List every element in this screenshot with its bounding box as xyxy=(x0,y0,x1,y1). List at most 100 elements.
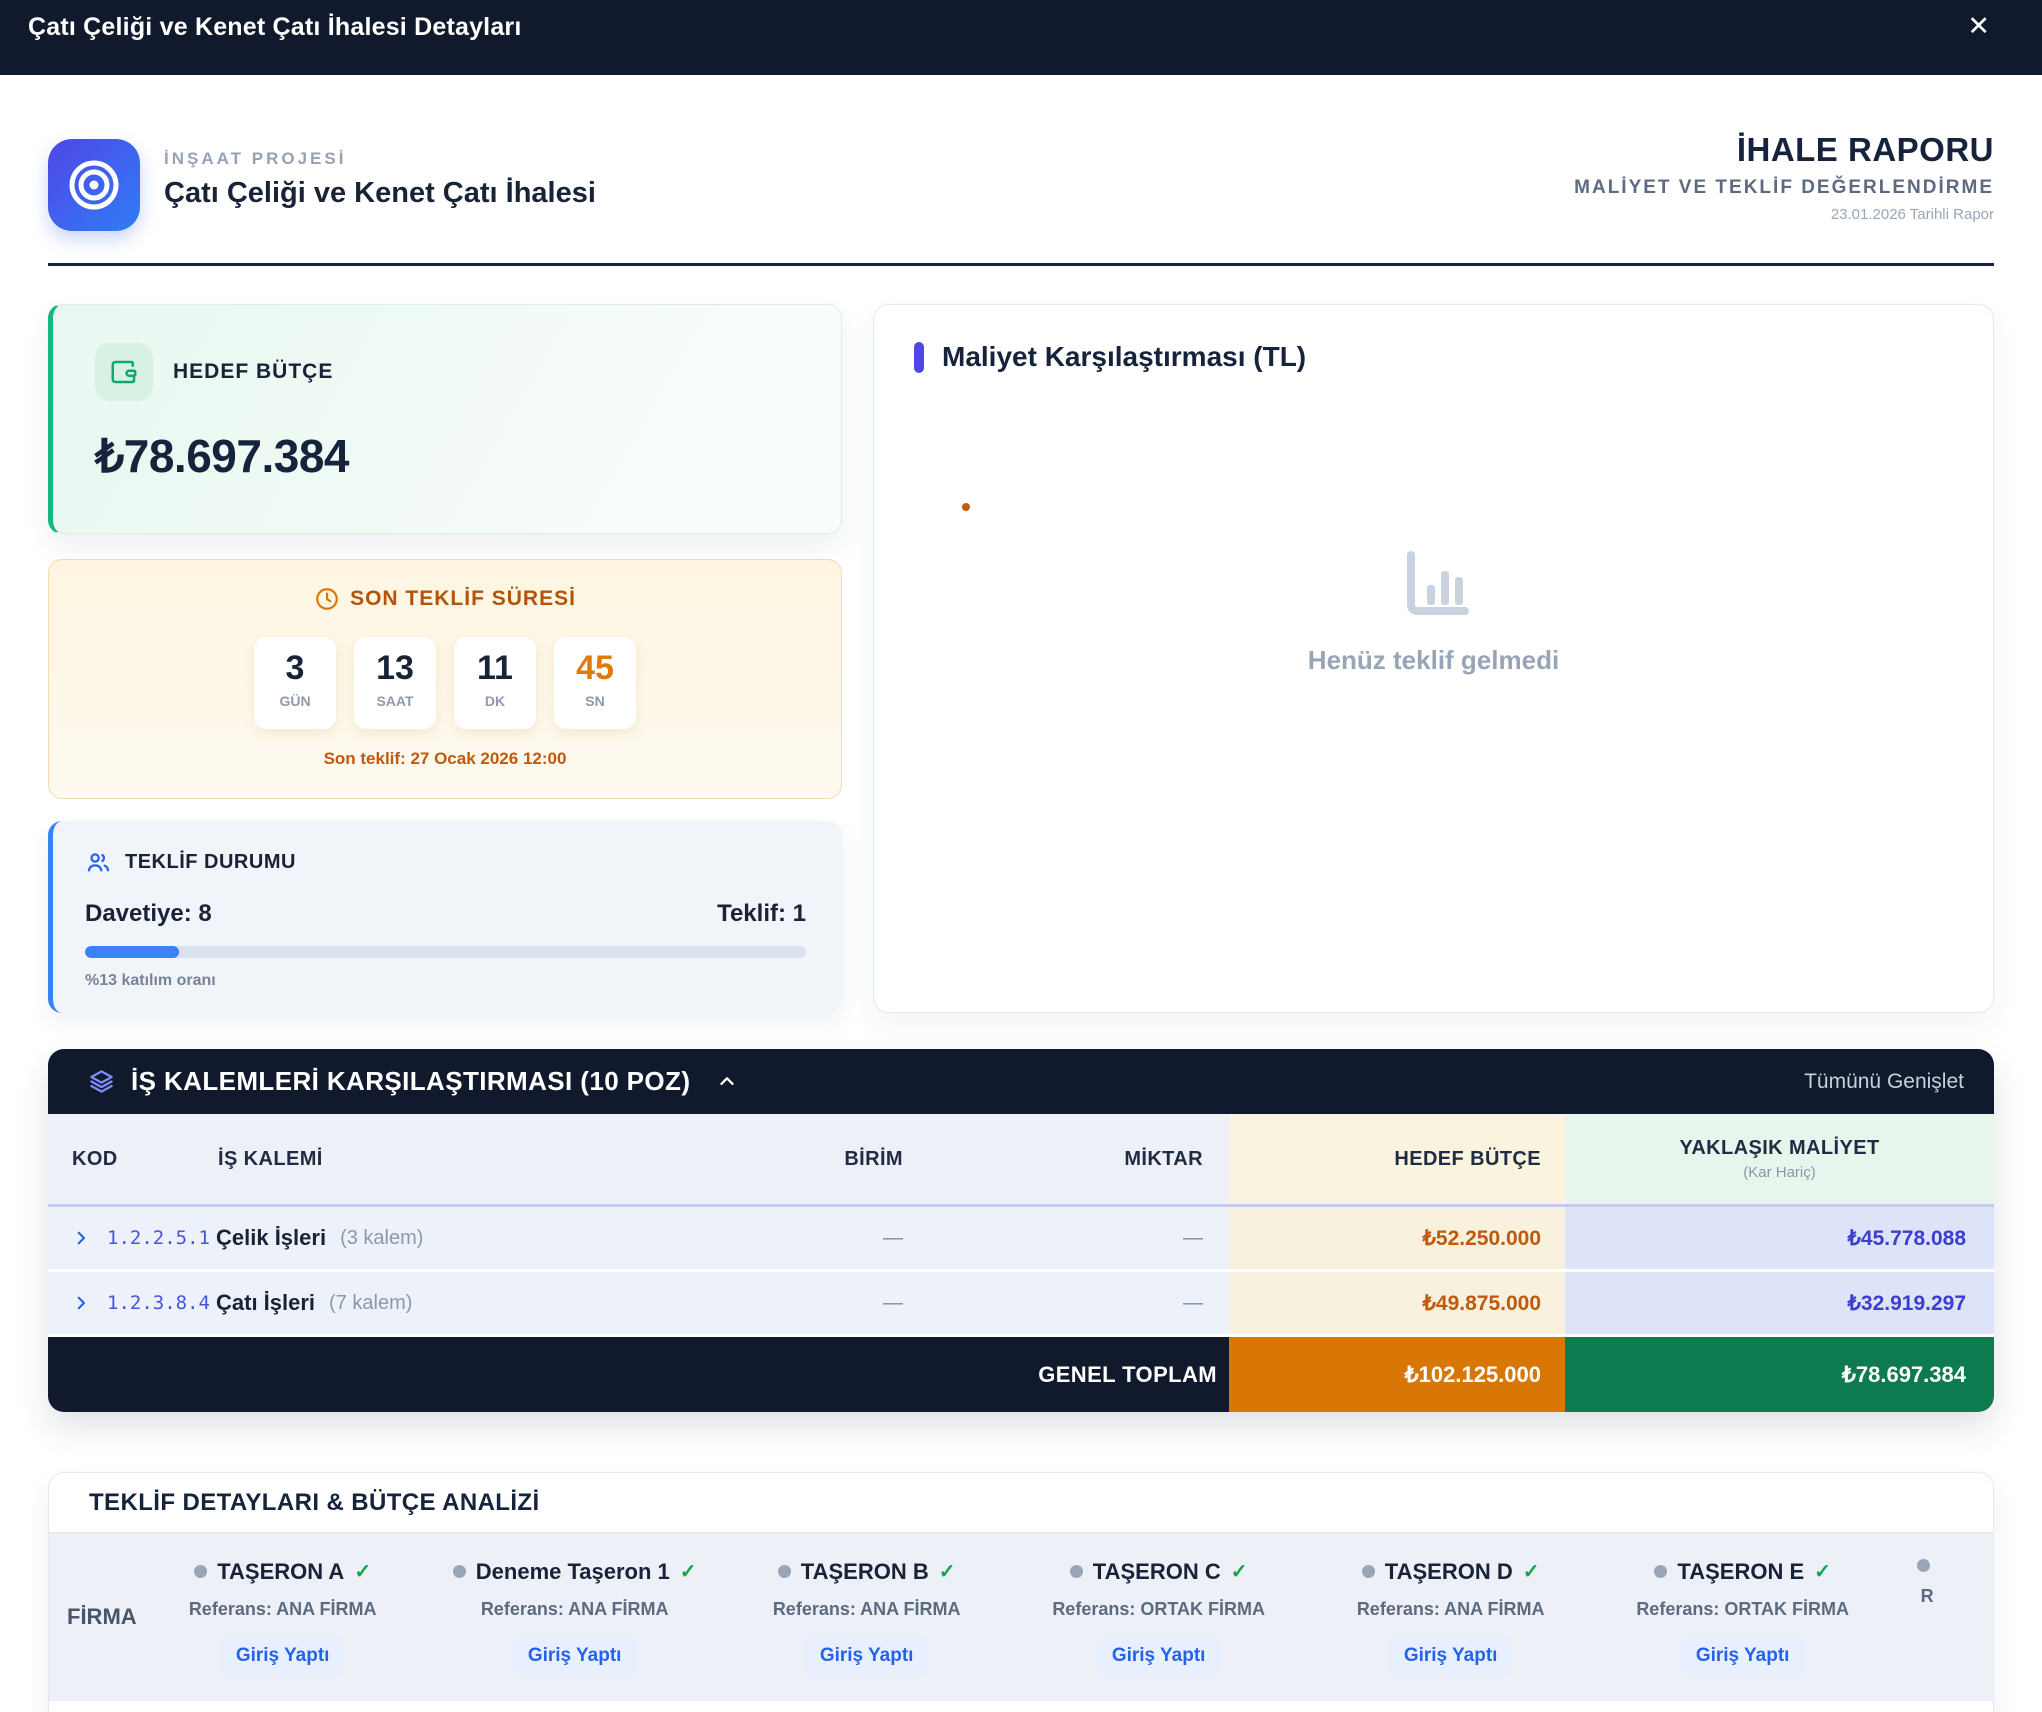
row-hedef-value: ₺52.250.000 xyxy=(1229,1207,1565,1269)
deadline-note: Son teklif: 27 Ocak 2026 12:00 xyxy=(49,749,841,769)
offer-count: Teklif: 1 xyxy=(717,900,806,928)
firm-status-badge: Giriş Yaptı xyxy=(220,1636,346,1676)
firm-dot-icon xyxy=(1070,1565,1083,1578)
firm-dot-icon xyxy=(778,1565,791,1578)
table-row[interactable]: 1.2.3.8.4 Çatı İşleri (7 kalem) — — ₺49.… xyxy=(48,1272,1994,1334)
title-accent-bar xyxy=(914,342,924,373)
col-miktar: MİKTAR xyxy=(929,1114,1229,1204)
firm-referans: Referans: ANA FİRMA xyxy=(1305,1599,1597,1620)
expand-all-link[interactable]: Tümünü Genişlet xyxy=(1804,1070,1964,1094)
report-header: İNŞAAT PROJESİ Çatı Çeliği ve Kenet Çatı… xyxy=(48,139,1994,231)
firm-column: TAŞERON C ✓ Referans: ORTAK FİRMA Giriş … xyxy=(1013,1559,1305,1676)
row-miktar: — xyxy=(929,1272,1229,1334)
countdown-box: 45 SN xyxy=(554,637,636,729)
row-item-count: (3 kalem) xyxy=(340,1227,423,1250)
participation-progressbar xyxy=(85,946,806,958)
row-code: 1.2.2.5.1 xyxy=(107,1227,207,1249)
header-divider xyxy=(48,263,1994,266)
firm-row: FİRMA TAŞERON A ✓ Referans: ANA FİRMA Gi… xyxy=(49,1533,1993,1701)
report-subtitle: MALİYET VE TEKLİF DEĞERLENDİRME xyxy=(1574,177,1994,199)
target-budget-amount: ₺78.697.384 xyxy=(95,429,799,483)
chevron-right-icon[interactable] xyxy=(72,1294,90,1312)
firm-dot-icon xyxy=(1362,1565,1375,1578)
project-label: İNŞAAT PROJESİ xyxy=(164,149,596,169)
firm-column: Deneme Taşeron 1 ✓ Referans: ANA FİRMA G… xyxy=(429,1559,721,1676)
col-yaklasik-maliyet: YAKLAŞIK MALİYET (Kar Hariç) xyxy=(1565,1114,1994,1204)
firm-name: TAŞERON C xyxy=(1093,1559,1221,1585)
row-birim: — xyxy=(699,1272,929,1334)
row-yaklasik-value: ₺32.919.297 xyxy=(1565,1272,1994,1334)
check-icon: ✓ xyxy=(680,1559,697,1584)
col-is-kalemi: İŞ KALEMİ xyxy=(218,1148,323,1171)
firm-referans: Referans: ANA FİRMA xyxy=(721,1599,1013,1620)
col-kod: KOD xyxy=(72,1148,218,1171)
check-icon: ✓ xyxy=(1523,1559,1540,1584)
deadline-card: SON TEKLİF SÜRESİ 3 GÜN 13 SAAT 11 DK 45… xyxy=(48,559,842,799)
row-miktar: — xyxy=(929,1207,1229,1269)
firm-name: TAŞERON A xyxy=(217,1559,344,1585)
modal-title: Çatı Çeliği ve Kenet Çatı İhalesi Detayl… xyxy=(28,13,522,42)
chart-empty-state: Henüz teklif gelmedi xyxy=(914,551,1953,676)
check-icon: ✓ xyxy=(354,1559,371,1584)
chevron-right-icon[interactable] xyxy=(72,1229,90,1247)
clock-icon xyxy=(314,586,340,612)
row-code: 1.2.3.8.4 xyxy=(107,1292,207,1314)
report-title: İHALE RAPORU xyxy=(1574,131,1994,169)
firm-referans: Referans: ANA FİRMA xyxy=(429,1599,721,1620)
firm-name: TAŞERON E xyxy=(1677,1559,1804,1585)
table-title: İŞ KALEMLERİ KARŞILAŞTIRMASI (10 POZ) xyxy=(131,1066,690,1097)
project-logo xyxy=(48,139,140,231)
table-column-headers: KOD İŞ KALEMİ BİRİM MİKTAR HEDEF BÜTÇE Y… xyxy=(48,1114,1994,1204)
table-row[interactable]: 1.2.2.5.1 Çelik İşleri (3 kalem) — — ₺52… xyxy=(48,1207,1994,1269)
chart-empty-text: Henüz teklif gelmedi xyxy=(914,645,1953,676)
target-budget-label: HEDEF BÜTÇE xyxy=(173,360,333,384)
check-icon: ✓ xyxy=(1231,1559,1248,1584)
invite-count: Davetiye: 8 xyxy=(85,900,212,928)
page-title: Çatı Çeliği ve Kenet Çatı İhalesi xyxy=(164,177,596,210)
table-header-bar[interactable]: İŞ KALEMLERİ KARŞILAŞTIRMASI (10 POZ) Tü… xyxy=(48,1049,1994,1114)
grand-total-yaklasik: ₺78.697.384 xyxy=(1565,1337,1994,1412)
row-item-count: (7 kalem) xyxy=(329,1292,412,1315)
users-icon xyxy=(85,849,112,876)
firm-referans: Referans: ANA FİRMA xyxy=(137,1599,429,1620)
firm-dot-icon xyxy=(1917,1559,1930,1572)
participation-rate: %13 katılım oranı xyxy=(85,972,806,990)
offer-details-section: TEKLİF DETAYLARI & BÜTÇE ANALİZİ FİRMA T… xyxy=(48,1472,1994,1712)
firm-name: TAŞERON D xyxy=(1385,1559,1513,1585)
work-items-table: İŞ KALEMLERİ KARŞILAŞTIRMASI (10 POZ) Tü… xyxy=(48,1049,1994,1412)
row-hedef-value: ₺49.875.000 xyxy=(1229,1272,1565,1334)
countdown-value: 13 xyxy=(354,649,436,688)
countdown-value: 11 xyxy=(454,649,536,688)
legend-dot xyxy=(962,503,970,511)
countdown-value: 3 xyxy=(254,649,336,688)
report-date: 23.01.2026 Tarihli Rapor xyxy=(1574,206,1994,223)
firm-status-badge: Giriş Yaptı xyxy=(1388,1636,1514,1676)
cost-comparison-panel: Maliyet Karşılaştırması (TL) Henüz tekli… xyxy=(873,304,1994,1013)
firm-row-label: FİRMA xyxy=(67,1604,137,1630)
countdown-box: 13 SAAT xyxy=(354,637,436,729)
firm-status-badge: Giriş Yaptı xyxy=(804,1636,930,1676)
countdown-unit: DK xyxy=(454,693,536,709)
modal-titlebar: Çatı Çeliği ve Kenet Çatı İhalesi Detayl… xyxy=(0,0,2042,75)
offer-status-label: TEKLİF DURUMU xyxy=(125,851,296,874)
row-name: Çatı İşleri xyxy=(216,1290,315,1316)
row-birim: — xyxy=(699,1207,929,1269)
firm-name: Deneme Taşeron 1 xyxy=(476,1559,670,1585)
close-icon[interactable]: ✕ xyxy=(1967,13,1990,40)
check-icon: ✓ xyxy=(1814,1559,1831,1584)
firm-column: TAŞERON D ✓ Referans: ANA FİRMA Giriş Ya… xyxy=(1305,1559,1597,1676)
layers-icon xyxy=(88,1068,115,1095)
offer-status-card: TEKLİF DURUMU Davetiye: 8 Teklif: 1 %13 … xyxy=(48,821,842,1013)
firm-dot-icon xyxy=(1654,1565,1667,1578)
firm-referans: R xyxy=(1889,1586,1994,1607)
firm-referans: Referans: ORTAK FİRMA xyxy=(1013,1599,1305,1620)
target-budget-card: HEDEF BÜTÇE ₺78.697.384 xyxy=(48,304,842,534)
target-icon xyxy=(67,158,121,212)
firm-status-badge: Giriş Yaptı xyxy=(1680,1636,1806,1676)
firm-referans: Referans: ORTAK FİRMA xyxy=(1597,1599,1889,1620)
countdown-unit: SAAT xyxy=(354,693,436,709)
firm-status-badge: Giriş Yaptı xyxy=(1096,1636,1222,1676)
deadline-label: SON TEKLİF SÜRESİ xyxy=(350,587,576,611)
chevron-up-icon[interactable] xyxy=(716,1071,738,1093)
offer-details-title: TEKLİF DETAYLARI & BÜTÇE ANALİZİ xyxy=(49,1473,1993,1532)
